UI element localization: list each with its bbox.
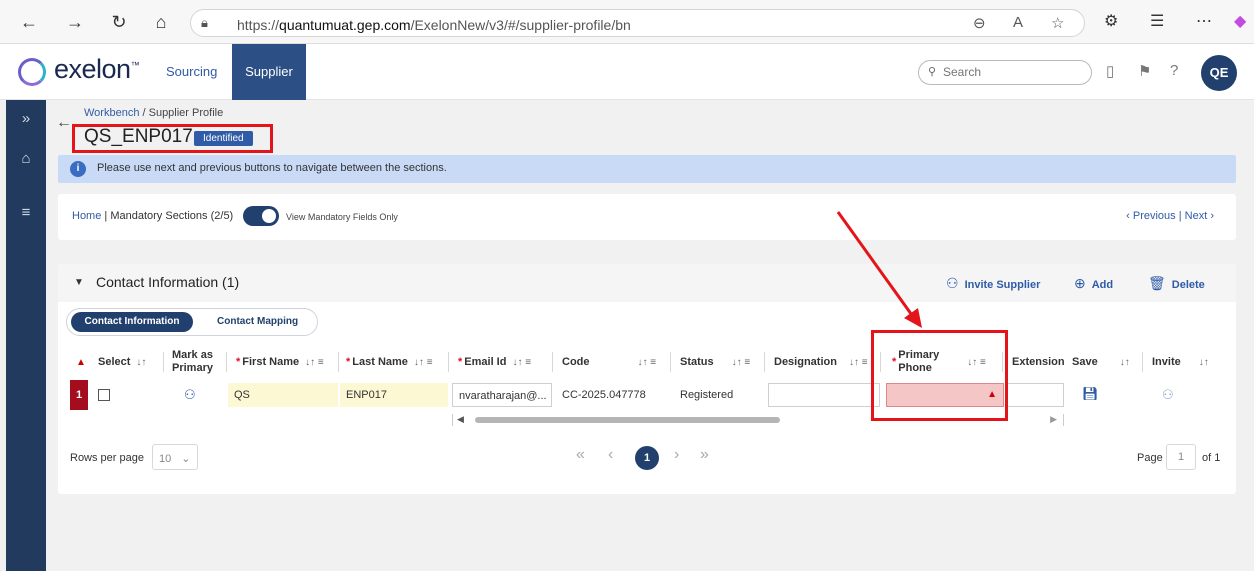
annotation-arrow xyxy=(836,211,922,328)
